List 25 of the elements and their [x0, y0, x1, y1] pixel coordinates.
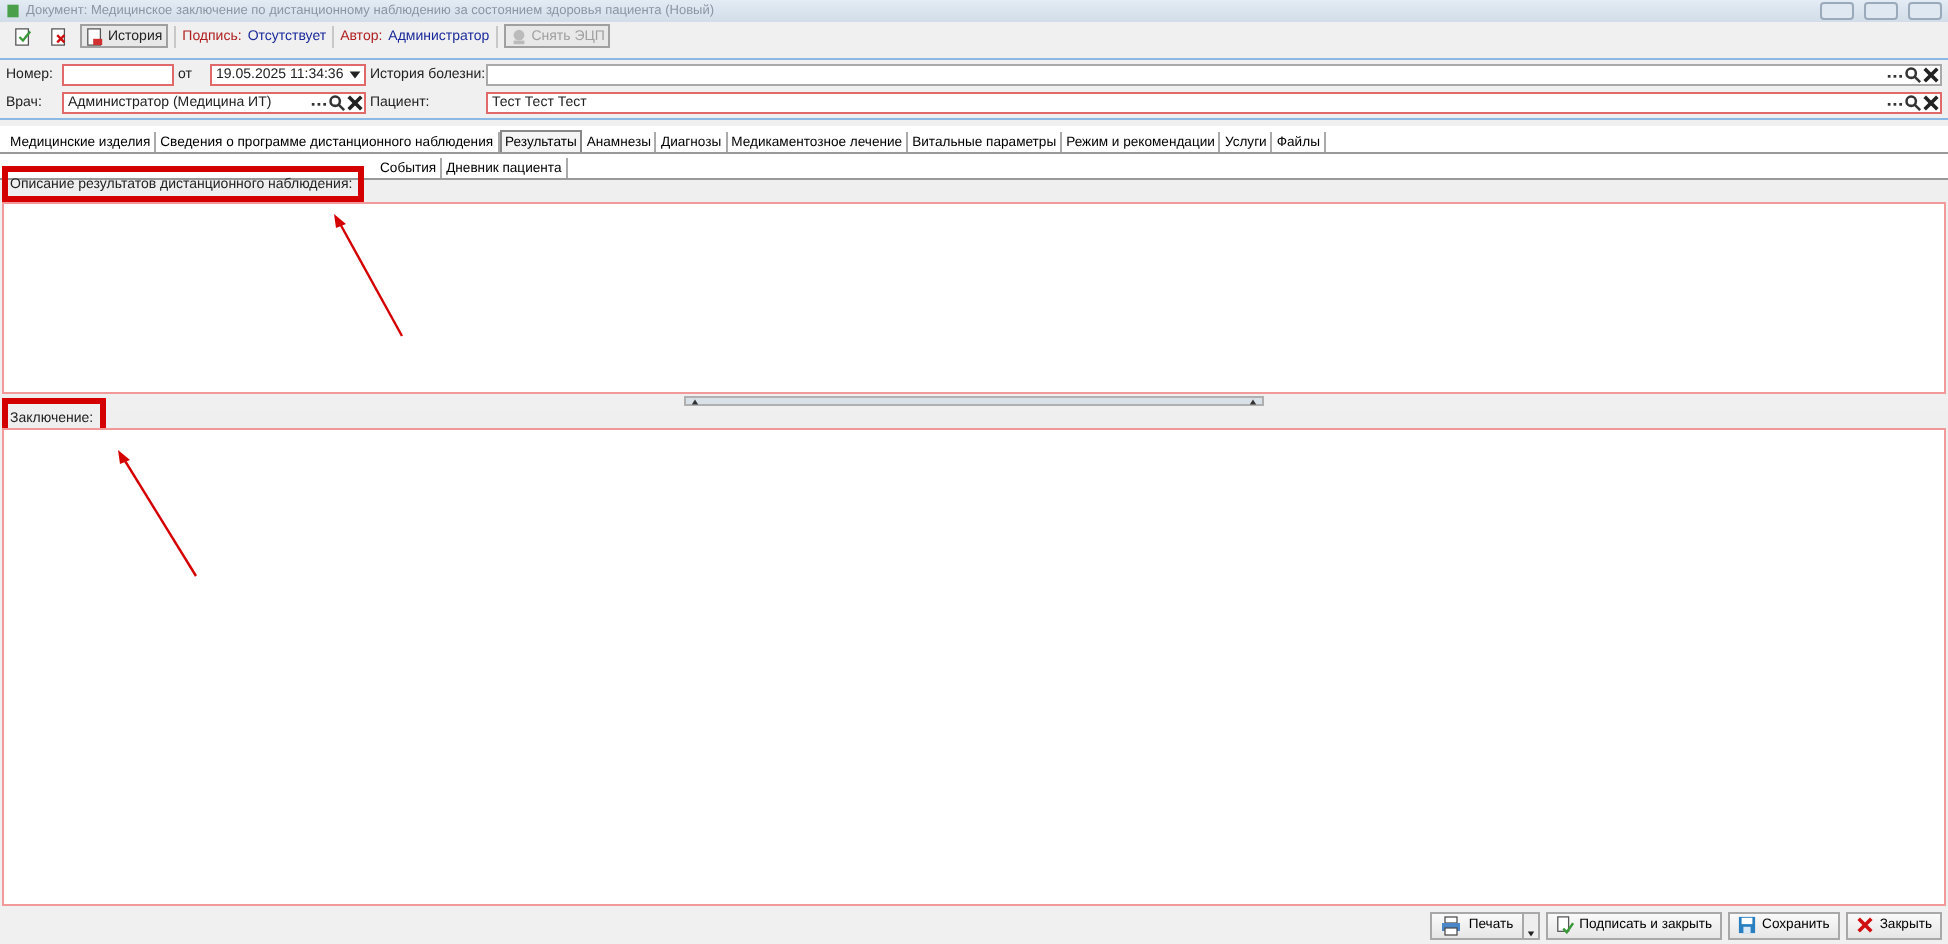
printer-icon: [1440, 915, 1463, 935]
close-icon: [1855, 916, 1874, 934]
search-button[interactable]: [1904, 66, 1922, 84]
clear-button[interactable]: [1922, 66, 1940, 84]
clear-button[interactable]: [1922, 94, 1940, 112]
dropdown-arrow-icon: [346, 66, 364, 84]
signed-document-icon: [1555, 916, 1574, 934]
search-button[interactable]: [328, 94, 346, 112]
search-icon: [328, 94, 346, 112]
number-field[interactable]: [62, 64, 174, 86]
annotation-arrow: [328, 212, 408, 340]
search-button[interactable]: [1904, 94, 1922, 112]
clear-button[interactable]: [346, 94, 364, 112]
close-icon: [346, 94, 364, 112]
document-check-icon: [14, 27, 32, 45]
annotation-arrow: [112, 448, 202, 580]
close-icon: [1922, 94, 1940, 112]
caret-down-icon: [1525, 929, 1536, 937]
search-icon: [1904, 94, 1922, 112]
splitter-handle[interactable]: [684, 396, 1264, 407]
history-field[interactable]: [486, 64, 1942, 86]
document-cross-icon: [50, 27, 68, 45]
close-icon: [1922, 66, 1940, 84]
search-icon: [1904, 66, 1922, 84]
dropdown-button[interactable]: [1521, 911, 1540, 939]
